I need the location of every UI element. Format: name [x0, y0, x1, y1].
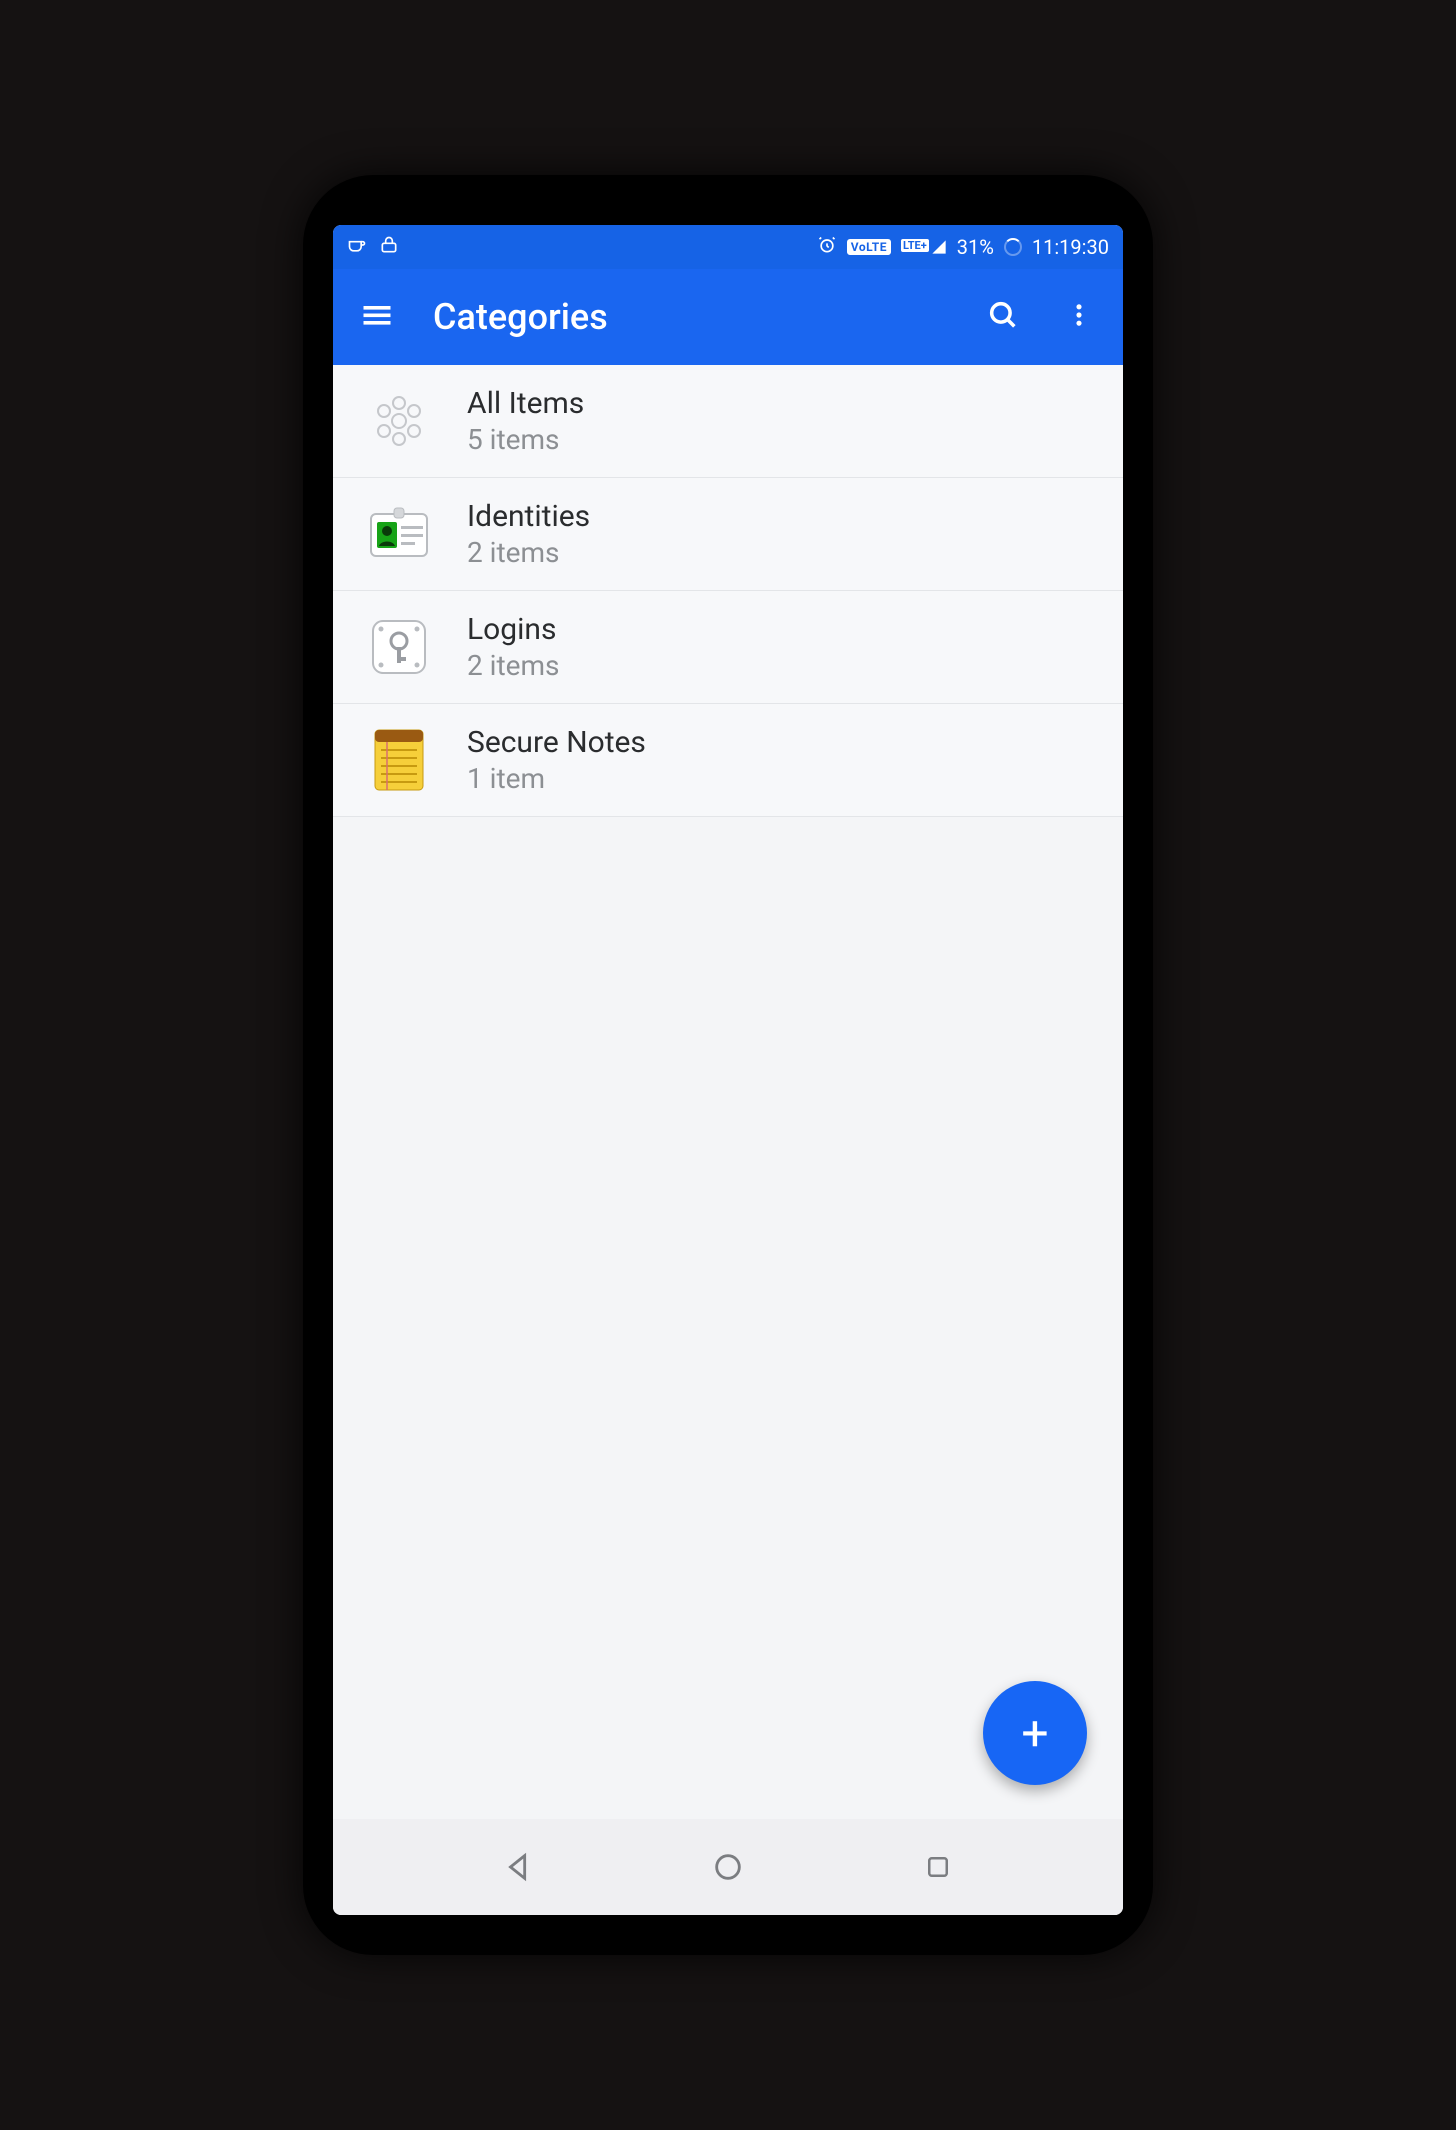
signal-icon: LTE+	[901, 239, 947, 255]
loading-spinner-icon	[1004, 238, 1022, 256]
category-secure-notes[interactable]: Secure Notes 1 item	[333, 704, 1123, 817]
category-all-items[interactable]: All Items 5 items	[333, 365, 1123, 478]
home-button[interactable]	[704, 1843, 752, 1891]
hamburger-menu-icon[interactable]	[357, 297, 397, 337]
category-identities[interactable]: Identities 2 items	[333, 478, 1123, 591]
category-title: Logins	[467, 612, 560, 647]
category-count: 2 items	[467, 536, 590, 569]
status-bar: VoLTE LTE+ 31% 11:19:30	[333, 225, 1123, 269]
clock-text: 11:19:30	[1032, 235, 1109, 259]
category-title: Secure Notes	[467, 725, 646, 760]
screen: VoLTE LTE+ 31% 11:19:30 Categories	[333, 225, 1123, 1915]
volte-badge: VoLTE	[847, 239, 891, 255]
back-button[interactable]	[495, 1843, 543, 1891]
category-list: All Items 5 items	[333, 365, 1123, 1819]
phone-frame: VoLTE LTE+ 31% 11:19:30 Categories	[303, 175, 1153, 1955]
add-fab-button[interactable]: +	[983, 1681, 1087, 1785]
category-logins[interactable]: Logins 2 items	[333, 591, 1123, 704]
search-icon[interactable]	[983, 298, 1023, 336]
secure-notes-icon	[363, 724, 435, 796]
logins-icon	[363, 611, 435, 683]
category-count: 2 items	[467, 649, 560, 682]
category-count: 5 items	[467, 423, 584, 456]
android-nav-bar	[333, 1819, 1123, 1915]
category-title: All Items	[467, 386, 584, 421]
battery-text: 31%	[957, 235, 994, 259]
category-title: Identities	[467, 499, 590, 534]
page-title: Categories	[433, 296, 608, 338]
lock-icon	[379, 235, 399, 260]
plus-icon: +	[1021, 1705, 1048, 1762]
coffee-icon	[347, 235, 367, 260]
category-count: 1 item	[467, 762, 646, 795]
alarm-icon	[817, 235, 837, 260]
all-items-icon	[363, 385, 435, 457]
more-vert-icon[interactable]	[1059, 301, 1099, 333]
recents-button[interactable]	[914, 1843, 962, 1891]
app-bar: Categories	[333, 269, 1123, 365]
identities-icon	[363, 498, 435, 570]
